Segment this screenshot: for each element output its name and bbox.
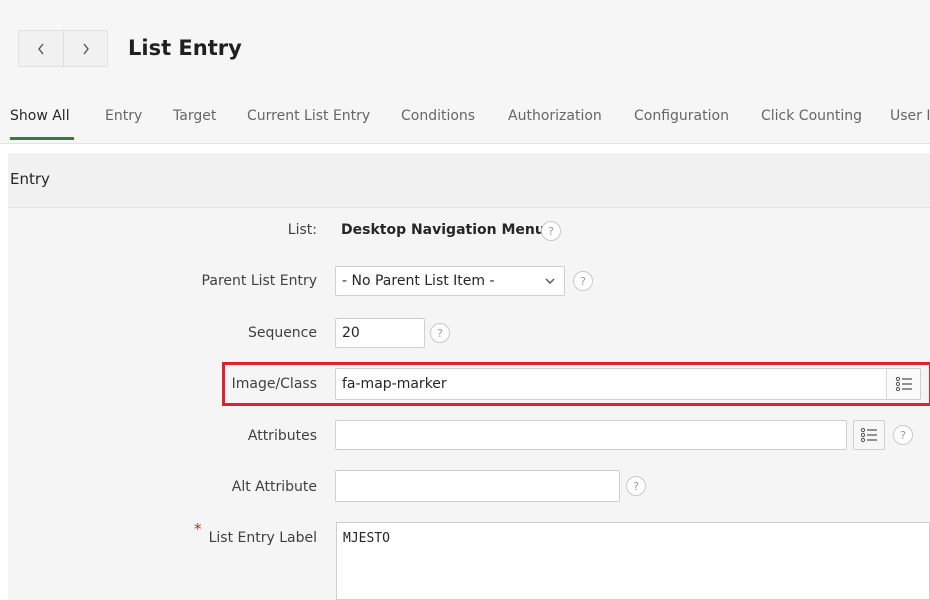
- active-tab-indicator: [10, 137, 74, 140]
- tab-configuration[interactable]: Configuration: [634, 108, 729, 124]
- required-marker: *: [194, 520, 202, 538]
- tab-show-all[interactable]: Show All: [10, 108, 70, 124]
- tab-conditions[interactable]: Conditions: [401, 108, 475, 124]
- previous-button[interactable]: [19, 31, 63, 66]
- sequence-value: 20: [342, 325, 360, 341]
- attributes-help-icon[interactable]: ?: [893, 425, 913, 445]
- sequence-help-icon[interactable]: ?: [430, 323, 450, 343]
- chevron-down-icon: [545, 278, 555, 284]
- attributes-input[interactable]: [335, 420, 847, 450]
- chevron-right-icon: [82, 43, 89, 54]
- attributes-label: Attributes: [247, 428, 317, 444]
- page-header: List Entry: [0, 0, 930, 98]
- list-entry-label-value: MJESTO: [343, 531, 390, 546]
- parent-list-entry-help-icon[interactable]: ?: [573, 271, 593, 291]
- tab-current-list-entry[interactable]: Current List Entry: [247, 108, 370, 124]
- tab-authorization[interactable]: Authorization: [508, 108, 602, 124]
- tab-entry[interactable]: Entry: [105, 108, 142, 124]
- tab-bar: Show All Entry Target Current List Entry…: [0, 98, 930, 144]
- tab-target[interactable]: Target: [173, 108, 216, 124]
- tab-click-counting[interactable]: Click Counting: [761, 108, 862, 124]
- tab-user-interface[interactable]: User I: [890, 108, 930, 124]
- list-options-icon: [860, 427, 877, 443]
- parent-list-entry-value: - No Parent List Item -: [342, 273, 495, 289]
- next-button[interactable]: [63, 31, 107, 66]
- sequence-label: Sequence: [247, 325, 317, 341]
- section-title: Entry: [10, 170, 50, 188]
- chevron-left-icon: [38, 43, 44, 54]
- highlight-box: [222, 362, 930, 406]
- list-value: Desktop Navigation Menu: [341, 222, 545, 238]
- attributes-list-button[interactable]: [853, 420, 885, 450]
- list-help-icon[interactable]: ?: [541, 221, 561, 241]
- list-label: List:: [287, 222, 317, 238]
- page-title: List Entry: [128, 36, 242, 60]
- list-entry-label-textarea[interactable]: MJESTO: [336, 522, 930, 600]
- parent-list-entry-label: Parent List Entry: [201, 273, 317, 289]
- sequence-input[interactable]: 20: [335, 318, 425, 348]
- list-entry-label-label: List Entry Label: [208, 530, 317, 546]
- parent-list-entry-select[interactable]: - No Parent List Item -: [335, 266, 565, 296]
- alt-attribute-help-icon[interactable]: ?: [626, 476, 646, 496]
- alt-attribute-label: Alt Attribute: [231, 479, 317, 495]
- alt-attribute-input[interactable]: [335, 470, 620, 502]
- section-header: Entry: [8, 153, 930, 208]
- record-navigation: [18, 30, 108, 67]
